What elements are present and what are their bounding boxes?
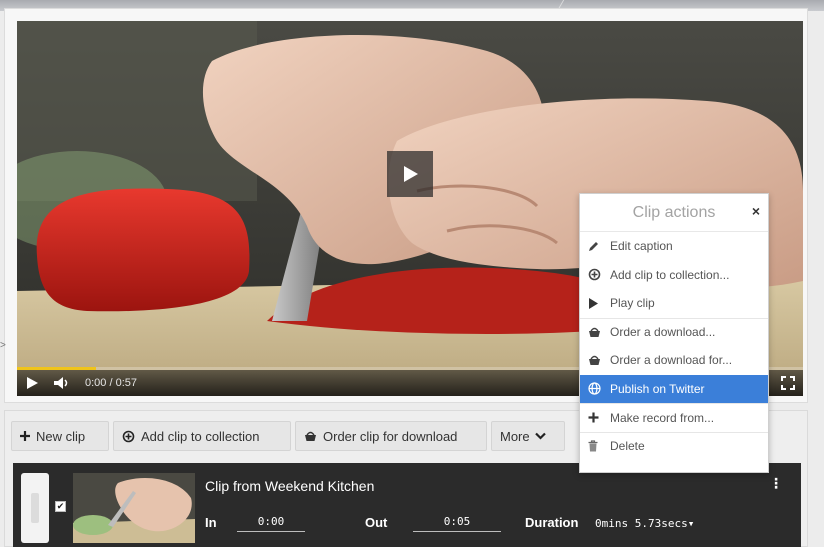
menu-item-make-record-from[interactable]: Make record from... [580,403,768,432]
menu-item-label: Order a download for... [610,353,733,368]
chevron-down-icon [534,432,546,440]
play-icon [589,297,598,309]
basket-icon [305,431,316,441]
kebab-menu-icon[interactable]: ⋮ [769,475,783,492]
menu-item-edit-caption[interactable]: Edit caption [580,232,768,261]
volume-icon [54,377,68,389]
pencil-icon [589,242,598,252]
clip-thumbnail[interactable] [73,473,195,543]
collection-icon [588,268,601,281]
fullscreen-button[interactable] [781,376,795,390]
add-clip-to-collection-button[interactable]: Add clip to collection [113,421,291,451]
menu-item-label: Order a download... [610,325,716,340]
volume-button[interactable] [53,376,71,390]
plus-icon [588,412,599,423]
new-clip-label: New clip [36,428,86,444]
clip-actions-menu: Clip actions × Edit caption Add clip to … [579,193,769,473]
out-label: Out [365,515,388,530]
menu-item-publish-on-twitter[interactable]: Publish on Twitter [580,374,768,403]
big-play-button[interactable] [387,151,433,197]
play-icon [404,166,418,182]
more-button[interactable]: More [491,421,565,451]
duration-label: Duration [525,515,579,530]
collection-icon [122,430,135,442]
basket-icon [589,328,600,338]
clip-actions-title: Clip actions [632,203,716,221]
order-clip-for-download-label: Order clip for download [323,428,458,444]
plus-icon [20,431,30,441]
out-time-field[interactable]: 0:05 [413,515,501,532]
menu-item-add-clip-to-collection[interactable]: Add clip to collection... [580,261,768,290]
new-clip-button[interactable]: New clip [11,421,109,451]
menu-item-delete[interactable]: Delete [580,431,768,461]
progress-fill [17,367,96,370]
menu-item-play-clip[interactable]: Play clip [580,289,768,318]
close-icon[interactable]: × [752,203,760,219]
clip-checkbox[interactable]: ✔ [55,501,66,512]
menu-item-label: Delete [610,439,645,454]
side-arrow-icon: > [0,340,6,351]
menu-item-order-download-for[interactable]: Order a download for... [580,346,768,375]
menu-item-order-download[interactable]: Order a download... [580,317,768,347]
clip-thumbnail-image [73,473,195,543]
menu-item-label: Edit caption [610,239,673,254]
more-label: More [500,428,530,444]
basket-icon [589,356,600,366]
clip-title: Clip from Weekend Kitchen [205,478,375,494]
clip-row: ✔ Clip from Weekend Kitchen In 0:00 Out … [13,463,801,547]
in-label: In [205,515,217,530]
time-display: 0:00 / 0:57 [85,377,137,389]
globe-icon [588,382,601,395]
menu-item-label: Make record from... [610,410,715,425]
fullscreen-icon [781,376,795,390]
play-button[interactable] [25,376,39,390]
play-icon [27,377,38,389]
order-clip-for-download-button[interactable]: Order clip for download [295,421,487,451]
clip-actions-header: Clip actions × [580,194,768,232]
add-clip-to-collection-label: Add clip to collection [141,428,260,444]
menu-item-label: Publish on Twitter [610,381,705,396]
drag-handle[interactable] [21,473,49,543]
in-time-field[interactable]: 0:00 [237,515,305,532]
menu-item-label: Add clip to collection... [610,267,730,282]
trash-icon [588,440,598,452]
duration-value[interactable]: 0mins 5.73secs▾ [595,517,694,530]
menu-item-label: Play clip [610,296,655,311]
